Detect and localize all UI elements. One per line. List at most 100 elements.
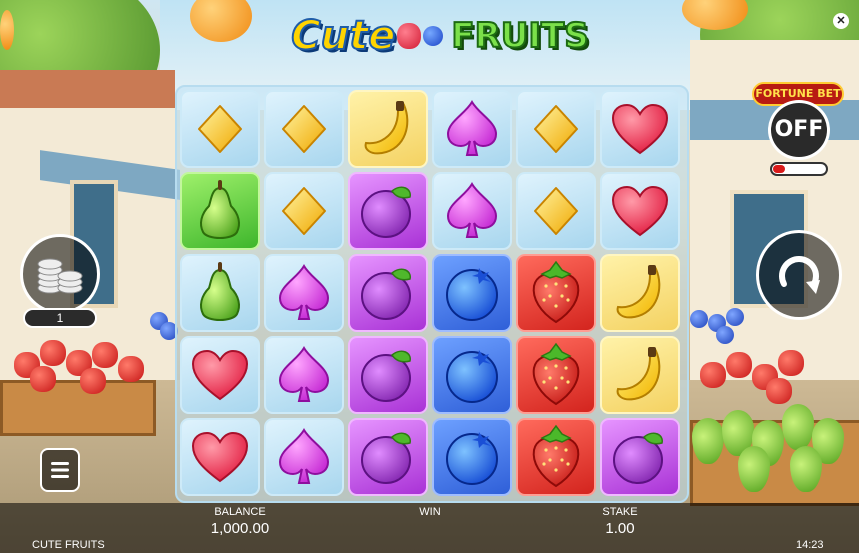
strawberry-icon bbox=[528, 342, 584, 408]
banana-icon bbox=[612, 345, 668, 405]
banana-icon bbox=[360, 99, 416, 159]
reel-cell bbox=[348, 254, 428, 332]
plum-icon bbox=[358, 263, 418, 323]
reel-cell bbox=[348, 418, 428, 496]
strawberry-icon bbox=[528, 424, 584, 490]
logo-word-fruits: FRUITS bbox=[450, 15, 589, 57]
reel-cell bbox=[180, 172, 260, 250]
spade-icon bbox=[277, 428, 331, 486]
pear-icon bbox=[195, 178, 245, 244]
plum-icon bbox=[610, 427, 670, 487]
reel-cell bbox=[432, 418, 512, 496]
heart-icon bbox=[191, 349, 249, 401]
fortune-bet-toggle[interactable]: FORTUNE BET OFF bbox=[752, 82, 844, 182]
reel-cell bbox=[180, 90, 260, 168]
fortune-bet-state[interactable]: OFF bbox=[768, 100, 830, 160]
strawberry-pile bbox=[778, 350, 804, 376]
heart-icon bbox=[191, 431, 249, 483]
reel-cell bbox=[516, 90, 596, 168]
logo-word-cute: Cute bbox=[290, 12, 396, 60]
stake-display[interactable]: STAKE 1.00 bbox=[580, 506, 660, 537]
spade-icon bbox=[445, 182, 499, 240]
reel-cell bbox=[516, 336, 596, 414]
strawberry-icon bbox=[528, 260, 584, 326]
blueberry-icon bbox=[443, 428, 501, 486]
plum-icon bbox=[358, 427, 418, 487]
reel-cell bbox=[348, 90, 428, 168]
reel-cell bbox=[348, 172, 428, 250]
reel-cell bbox=[180, 418, 260, 496]
spade-icon bbox=[277, 264, 331, 322]
reel-cell bbox=[348, 336, 428, 414]
diamond-icon bbox=[533, 104, 579, 154]
heart-icon bbox=[611, 185, 669, 237]
spade-icon bbox=[277, 346, 331, 404]
balance-label: BALANCE bbox=[214, 506, 266, 518]
spade-icon bbox=[445, 100, 499, 158]
fruit-crate-left bbox=[0, 380, 156, 436]
banana-icon bbox=[612, 263, 668, 323]
clock: 14:23 bbox=[796, 539, 824, 551]
reel-cell bbox=[516, 254, 596, 332]
heart-icon bbox=[611, 103, 669, 155]
reel-cell bbox=[264, 418, 344, 496]
diamond-icon bbox=[533, 186, 579, 236]
orange-fruit bbox=[0, 10, 14, 50]
stake-value: 1.00 bbox=[605, 520, 635, 537]
reel-cell bbox=[180, 254, 260, 332]
strawberry-pile bbox=[118, 356, 144, 382]
reel-cell bbox=[264, 172, 344, 250]
balance-display: BALANCE 1,000.00 bbox=[200, 506, 280, 537]
reel-cell bbox=[432, 336, 512, 414]
reel-cell bbox=[432, 172, 512, 250]
coin-stack-icon bbox=[37, 258, 83, 294]
reel-cell bbox=[600, 172, 680, 250]
house-roof bbox=[0, 70, 175, 108]
reel-cell bbox=[432, 254, 512, 332]
blueberry-icon bbox=[443, 346, 501, 404]
fortune-bet-switch[interactable] bbox=[770, 162, 828, 176]
reel-cell bbox=[432, 90, 512, 168]
spin-button[interactable] bbox=[756, 230, 842, 320]
blueberry-pile bbox=[690, 310, 708, 328]
reel-cell bbox=[264, 254, 344, 332]
plum-icon bbox=[358, 181, 418, 241]
reel-cell bbox=[516, 418, 596, 496]
reel-cell bbox=[264, 336, 344, 414]
logo-blueberry-icon bbox=[423, 26, 444, 46]
pear-icon bbox=[195, 260, 245, 326]
reel-cell bbox=[600, 254, 680, 332]
strawberry-pile bbox=[766, 378, 792, 404]
reel-cell bbox=[600, 90, 680, 168]
blueberry-icon bbox=[443, 264, 501, 322]
close-icon[interactable]: ✕ bbox=[833, 13, 849, 29]
stake-label: STAKE bbox=[602, 506, 638, 518]
game-logo: Cute FRUITS bbox=[290, 6, 590, 66]
game-name: CUTE FRUITS bbox=[32, 539, 105, 551]
strawberry-pile bbox=[80, 368, 106, 394]
status-bar: BALANCE 1,000.00 WIN STAKE 1.00 CUTE FRU… bbox=[0, 503, 859, 553]
coin-value-button[interactable] bbox=[20, 234, 100, 314]
win-display: WIN bbox=[400, 506, 460, 520]
strawberry-pile bbox=[30, 366, 56, 392]
reel-cell bbox=[600, 336, 680, 414]
blueberry-pile bbox=[726, 308, 744, 326]
strawberry-pile bbox=[700, 362, 726, 388]
reel-cell bbox=[516, 172, 596, 250]
reel-grid bbox=[175, 85, 689, 503]
diamond-icon bbox=[281, 186, 327, 236]
menu-button[interactable] bbox=[40, 448, 80, 492]
strawberry-pile bbox=[40, 340, 66, 366]
reel-cell bbox=[264, 90, 344, 168]
reel-cell bbox=[600, 418, 680, 496]
strawberry-pile bbox=[92, 342, 118, 368]
diamond-icon bbox=[281, 104, 327, 154]
blueberry-pile bbox=[716, 326, 734, 344]
win-label: WIN bbox=[419, 506, 441, 518]
spin-arrow-icon bbox=[779, 256, 820, 294]
hamburger-icon bbox=[51, 462, 69, 478]
balance-value: 1,000.00 bbox=[210, 520, 270, 537]
strawberry-pile bbox=[726, 352, 752, 378]
plum-icon bbox=[358, 345, 418, 405]
reel-cell bbox=[180, 336, 260, 414]
